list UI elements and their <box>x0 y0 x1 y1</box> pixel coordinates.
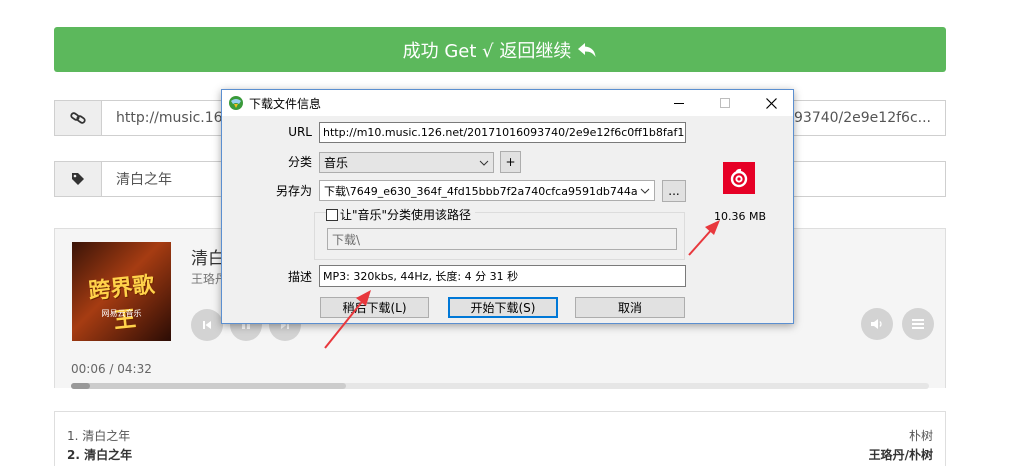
cancel-label: 取消 <box>617 301 642 315</box>
browse-label: ... <box>668 184 680 198</box>
reply-arrow-icon <box>578 42 596 57</box>
saveas-label: 另存为 <box>275 184 312 198</box>
netease-music-icon <box>723 162 755 194</box>
playlist-item-title: 2. 清白之年 <box>67 448 133 462</box>
close-icon <box>765 97 777 109</box>
download-later-label: 稍后下载(L) <box>342 301 407 315</box>
chevron-down-icon <box>640 188 650 194</box>
volume-button[interactable] <box>861 308 893 340</box>
title-input-value: 清白之年 <box>116 172 172 188</box>
previous-icon <box>203 321 211 329</box>
dialog-title: 下载文件信息 <box>249 96 322 111</box>
saveas-select[interactable]: 下载\7649_e630_364f_4fd15bbb7f2a740cfca959… <box>319 180 655 201</box>
playlist: 1. 清白之年 朴树 2. 清白之年 王珞丹/朴树 <box>54 411 946 466</box>
previous-button[interactable] <box>191 309 223 341</box>
tag-icon <box>55 162 102 196</box>
success-return-button[interactable]: 成功 Get √ 返回继续 <box>54 27 946 72</box>
list-item[interactable]: 2. 清白之年 王珞丹/朴树 <box>67 446 933 464</box>
downloader-app-icon <box>229 96 243 110</box>
menu-icon <box>912 319 924 329</box>
start-download-label: 开始下载(S) <box>470 301 536 315</box>
dialog-url-field[interactable]: http://m10.music.126.net/20171016093740/… <box>319 122 686 143</box>
dialog-titlebar[interactable]: 下载文件信息 <box>222 90 793 116</box>
chevron-down-icon <box>479 160 489 166</box>
description-label: 描述 <box>287 270 312 284</box>
category-select[interactable]: 音乐 <box>319 152 494 173</box>
add-category-label: + <box>505 155 516 169</box>
download-later-button[interactable]: 稍后下载(L) <box>320 297 429 318</box>
maximize-button[interactable] <box>702 90 748 116</box>
progress-played <box>71 383 90 389</box>
minimize-icon <box>674 103 684 104</box>
success-return-label: 成功 Get √ 返回继续 <box>402 40 572 62</box>
playback-time: 00:06 / 04:32 <box>71 362 152 376</box>
album-art-sub: 网易云音乐 <box>101 309 142 318</box>
category-label: 分类 <box>287 155 312 169</box>
playlist-item-title: 1. 清白之年 <box>67 429 131 443</box>
add-category-button[interactable]: + <box>500 151 521 173</box>
category-path-field: 下载\ <box>327 228 677 250</box>
saveas-value: 下载\7649_e630_364f_4fd15bbb7f2a740cfca959… <box>324 184 637 198</box>
description-value: MP3: 320kbs, 44Hz, 长度: 4 分 31 秒 <box>323 270 519 283</box>
page: 成功 Get √ 返回继续 http://music.163.c 6093740… <box>0 0 1020 466</box>
song-title: 清白 <box>191 249 225 269</box>
list-item[interactable]: 1. 清白之年 朴树 <box>67 427 933 445</box>
playlist-menu-button[interactable] <box>902 308 934 340</box>
album-art-title: 跨界歌王 <box>87 272 156 334</box>
link-icon <box>55 101 102 135</box>
album-art: 跨界歌王 网易云音乐 <box>72 242 171 341</box>
category-path-value: 下载\ <box>332 232 361 247</box>
use-path-checkbox-row[interactable]: 让"音乐"分类使用该路径 <box>326 206 476 223</box>
close-button[interactable] <box>748 90 794 116</box>
progress-bar[interactable] <box>71 383 929 389</box>
dialog-url-value: http://m10.music.126.net/20171016093740/… <box>323 126 685 139</box>
description-field[interactable]: MP3: 320kbs, 44Hz, 长度: 4 分 31 秒 <box>319 265 686 287</box>
playlist-item-artist: 朴树 <box>908 429 933 443</box>
use-path-checkbox-label: 让"音乐"分类使用该路径 <box>340 208 472 222</box>
minimize-button[interactable] <box>656 90 702 116</box>
cancel-button[interactable]: 取消 <box>575 297 685 318</box>
url-label: URL <box>288 125 312 139</box>
playlist-item-artist: 王珞丹/朴树 <box>868 448 933 462</box>
url-input-value-end: 6093740/2e9e12f6c... <box>776 110 931 126</box>
file-size: 10.36 MB <box>714 210 767 223</box>
maximize-icon <box>720 98 730 108</box>
volume-icon <box>871 319 882 329</box>
browse-button[interactable]: ... <box>662 180 686 202</box>
progress-buffer <box>71 383 346 389</box>
category-value: 音乐 <box>324 156 349 170</box>
start-download-button[interactable]: 开始下载(S) <box>448 297 558 318</box>
download-info-dialog: 下载文件信息 URL http://m10.music.126.net/2017… <box>221 89 794 324</box>
use-path-checkbox[interactable] <box>326 208 338 221</box>
